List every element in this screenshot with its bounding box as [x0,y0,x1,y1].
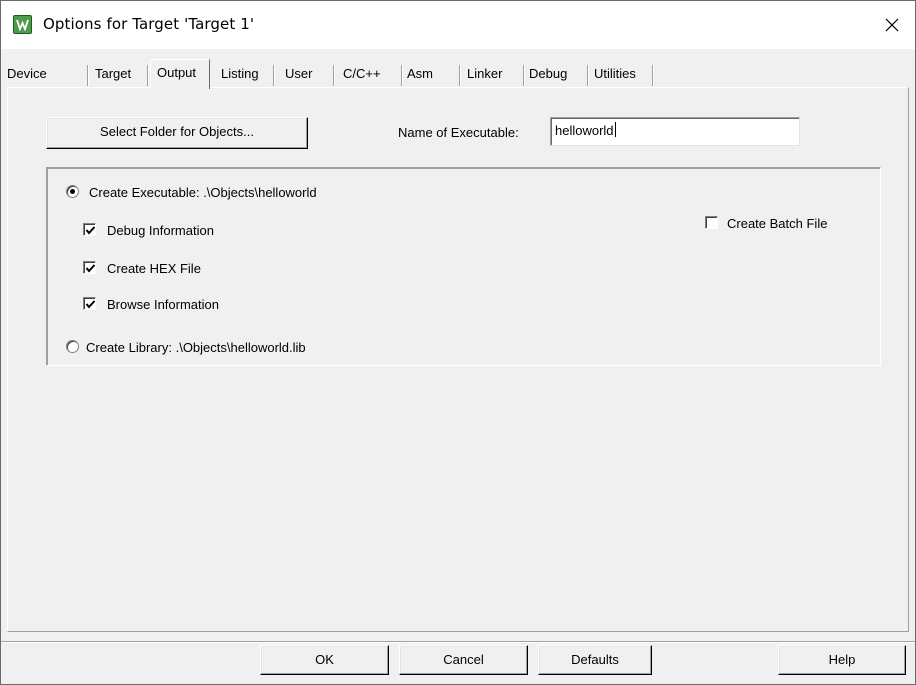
create-executable-label[interactable]: Create Executable: .\Objects\helloworld [89,185,317,200]
help-button[interactable]: Help [778,645,906,675]
checkmark-icon [85,226,96,235]
close-icon [885,18,899,32]
radio-selected-dot [70,189,75,194]
debug-information-label[interactable]: Debug Information [107,223,214,238]
footer-separator [1,641,915,643]
create-batch-file-checkbox[interactable] [705,216,718,229]
name-of-executable-label: Name of Executable: [398,125,519,140]
tab-linker[interactable]: Linker [467,63,525,87]
tab-c-cpp[interactable]: C/C++ [343,63,403,87]
name-of-executable-input[interactable]: helloworld [550,117,800,146]
title-bar[interactable]: Options for Target 'Target 1' [1,1,915,49]
text-caret [614,122,616,137]
tab-utilities[interactable]: Utilities [594,63,654,87]
window-title: Options for Target 'Target 1' [43,15,255,33]
create-library-radio[interactable] [66,340,79,353]
checkmark-icon [85,300,96,309]
tab-listing[interactable]: Listing [221,63,275,87]
tab-device[interactable]: Device [7,63,89,87]
tab-asm[interactable]: Asm [407,63,461,87]
create-executable-radio[interactable] [66,185,79,198]
tab-output[interactable]: Output [150,59,210,89]
create-hex-label[interactable]: Create HEX File [107,261,201,276]
cancel-button[interactable]: Cancel [399,645,528,675]
ok-button[interactable]: OK [260,645,389,675]
tab-user[interactable]: User [285,63,335,87]
tab-strip: Device Target Output Listing User C/C++ … [1,59,915,89]
create-batch-file-label[interactable]: Create Batch File [727,216,827,231]
select-folder-button[interactable]: Select Folder for Objects... [46,117,308,149]
browse-information-label[interactable]: Browse Information [107,297,219,312]
tab-target[interactable]: Target [95,63,149,87]
browse-information-checkbox[interactable] [83,297,96,310]
keil-uvision-icon [13,15,32,34]
options-dialog: Options for Target 'Target 1' Device Tar… [0,0,916,685]
close-button[interactable] [869,1,915,49]
defaults-button[interactable]: Defaults [538,645,652,675]
debug-information-checkbox[interactable] [83,223,96,236]
checkmark-icon [85,264,96,273]
create-hex-checkbox[interactable] [83,261,96,274]
tab-debug[interactable]: Debug [529,63,589,87]
create-library-label[interactable]: Create Library: .\Objects\helloworld.lib [86,340,306,355]
